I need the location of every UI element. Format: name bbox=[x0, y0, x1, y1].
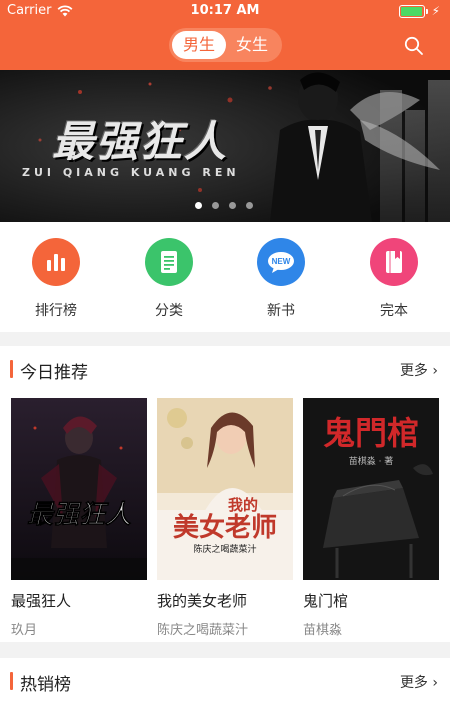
book-card[interactable]: 我的 美女老师 陈庆之喝蔬菜汁 我的美女老师 陈庆之喝蔬菜汁 bbox=[157, 398, 293, 638]
chevron-right-icon: › bbox=[432, 363, 438, 379]
book-author: 苗棋淼 bbox=[303, 623, 343, 638]
section-hot-selling: 热销榜 更多 › bbox=[0, 658, 450, 707]
book-title: 鬼门棺 bbox=[303, 592, 349, 610]
carousel-dot[interactable] bbox=[246, 202, 253, 209]
banner-carousel[interactable]: 最强狂人 ZUI QIANG KUANG REN bbox=[0, 70, 450, 222]
chevron-right-icon: › bbox=[432, 675, 438, 691]
more-link[interactable]: 更多 › bbox=[400, 360, 438, 380]
carousel-dot[interactable] bbox=[212, 202, 219, 209]
status-time: 10:17 AM bbox=[190, 3, 260, 18]
cover-author: 陈庆之喝蔬菜汁 bbox=[193, 543, 256, 555]
new-badge-text: NEW bbox=[272, 257, 291, 266]
section-header: 今日推荐 更多 › bbox=[0, 346, 450, 390]
section-accent-bar bbox=[10, 360, 13, 378]
book-cover: 我的 美女老师 陈庆之喝蔬菜汁 bbox=[157, 398, 293, 580]
section-accent-bar bbox=[10, 672, 13, 690]
category-finished[interactable]: 完本 bbox=[354, 238, 434, 320]
carousel-dot[interactable] bbox=[195, 202, 202, 209]
list-doc-icon bbox=[145, 238, 193, 286]
book-card[interactable]: 鬼門棺 苗棋淼 · 著 鬼门棺 苗棋淼 bbox=[303, 398, 439, 638]
banner-subtitle: ZUI QIANG KUANG REN bbox=[22, 166, 240, 179]
tab-male[interactable]: 男生 bbox=[172, 31, 226, 59]
category-label: 新书 bbox=[267, 303, 295, 319]
new-badge-icon: NEW bbox=[257, 238, 305, 286]
more-link[interactable]: 更多 › bbox=[400, 672, 438, 692]
search-icon[interactable] bbox=[404, 36, 424, 56]
gender-switch[interactable]: 男生 女生 bbox=[169, 28, 282, 62]
book-icon bbox=[370, 238, 418, 286]
book-author: 陈庆之喝蔬菜汁 bbox=[157, 623, 249, 638]
cover-title: 鬼門棺 bbox=[323, 414, 419, 452]
charging-icon: ⚡ bbox=[431, 4, 440, 18]
category-classify[interactable]: 分类 bbox=[129, 238, 209, 320]
book-cover: 鬼門棺 苗棋淼 · 著 bbox=[303, 398, 439, 580]
section-title: 今日推荐 bbox=[20, 363, 88, 383]
tab-female[interactable]: 女生 bbox=[225, 31, 279, 59]
category-new[interactable]: NEW 新书 bbox=[241, 238, 321, 320]
book-title: 我的美女老师 bbox=[157, 592, 248, 610]
category-label: 分类 bbox=[155, 303, 183, 319]
section-header: 热销榜 更多 › bbox=[0, 658, 450, 702]
bar-chart-icon bbox=[32, 238, 80, 286]
more-label: 更多 bbox=[399, 675, 428, 691]
book-title: 最强狂人 bbox=[11, 592, 72, 610]
carousel-dots bbox=[195, 202, 253, 209]
book-author: 玖月 bbox=[11, 623, 38, 638]
app-header: Carrier 10:17 AM ⚡ 男生 女生 bbox=[0, 0, 450, 70]
category-label: 完本 bbox=[380, 303, 408, 319]
banner-title: 最强狂人 bbox=[52, 117, 229, 166]
cover-title: 美女老师 bbox=[173, 512, 277, 543]
section-title: 热销榜 bbox=[20, 675, 71, 695]
more-label: 更多 bbox=[399, 363, 428, 379]
battery-icon: ⚡ bbox=[398, 4, 440, 18]
carousel-dot[interactable] bbox=[229, 202, 236, 209]
cover-title-small: 我的 bbox=[228, 496, 258, 514]
book-cover: 最强狂人 bbox=[11, 398, 147, 580]
category-ranking[interactable]: 排行榜 bbox=[16, 238, 96, 320]
cover-title: 最强狂人 bbox=[27, 500, 131, 530]
category-shortcuts: 排行榜 分类 NEW 新书 完本 bbox=[0, 222, 450, 332]
cover-author: 苗棋淼 · 著 bbox=[349, 455, 394, 467]
section-today-recommend: 今日推荐 更多 › 最强狂人 最强狂人 玖月 我的 美女老师 陈庆之喝蔬菜汁 我… bbox=[0, 346, 450, 642]
book-card[interactable]: 最强狂人 最强狂人 玖月 bbox=[11, 398, 147, 638]
category-label: 排行榜 bbox=[35, 303, 77, 319]
status-bar: Carrier 10:17 AM ⚡ bbox=[0, 0, 450, 22]
